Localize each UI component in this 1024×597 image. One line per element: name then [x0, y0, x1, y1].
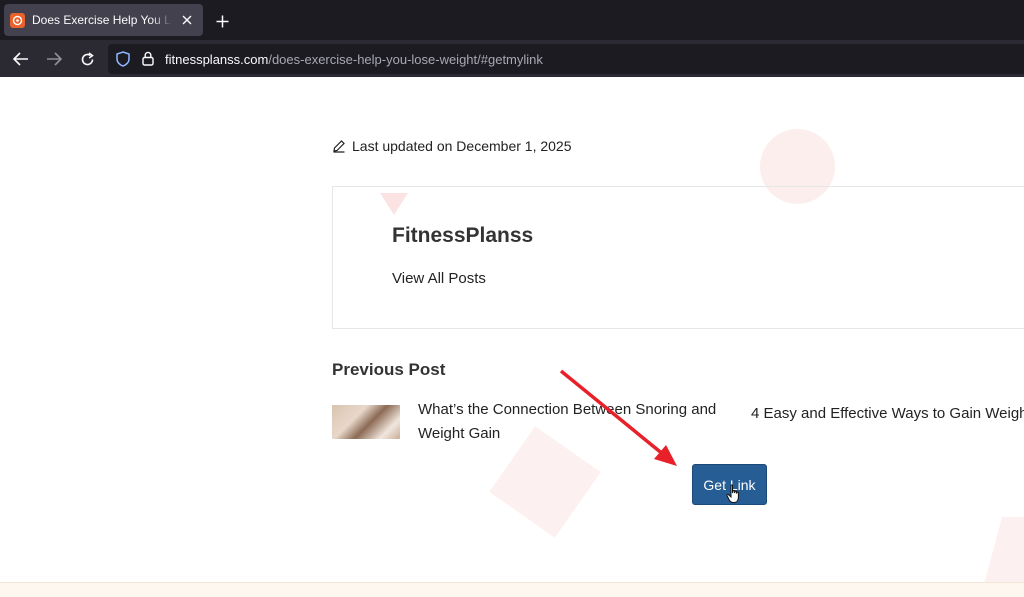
- footer-strip: [0, 582, 1024, 597]
- url-domain: fitnessplanss.com: [165, 52, 269, 67]
- web-page: p ____ _ _ _ _ y_ _ _ _ y_ g_ _ _ y_ _ _…: [0, 77, 1024, 597]
- last-updated-text: Last updated on December 1, 2025: [352, 138, 572, 154]
- reload-icon[interactable]: [76, 48, 98, 70]
- new-tab-icon[interactable]: [212, 11, 232, 31]
- url-text: fitnessplanss.com/does-exercise-help-you…: [165, 52, 543, 67]
- previous-post-link[interactable]: What’s the Connection Between Snoring an…: [418, 398, 718, 446]
- previous-post-heading: Previous Post: [332, 360, 446, 379]
- navigation-toolbar: fitnessplanss.com/does-exercise-help-you…: [0, 40, 1024, 77]
- last-updated: Last updated on December 1, 2025: [332, 138, 572, 154]
- tracking-protection-shield-icon[interactable]: [116, 51, 130, 72]
- back-icon[interactable]: [10, 48, 32, 70]
- view-all-posts-link[interactable]: View All Posts: [392, 270, 486, 287]
- previous-post-thumbnail[interactable]: [332, 405, 400, 439]
- edit-pencil-icon: [333, 140, 345, 153]
- tab-title: Does Exercise Help You Lose Weight: [32, 13, 172, 27]
- address-bar[interactable]: fitnessplanss.com/does-exercise-help-you…: [108, 44, 1024, 74]
- truncated-paragraph-line: p ____ _ _ _ _ y_ _ _ _ y_ g_ _ _ y_ _ _…: [332, 77, 732, 81]
- lock-icon[interactable]: [142, 51, 154, 71]
- author-box: FitnessPlanss View All Posts: [332, 186, 1024, 329]
- author-name[interactable]: FitnessPlanss: [392, 224, 533, 248]
- browser-tab[interactable]: Does Exercise Help You Lose Weight: [4, 4, 203, 36]
- next-post-link[interactable]: 4 Easy and Effective Ways to Gain Weight: [751, 405, 1024, 422]
- url-path: /does-exercise-help-you-lose-weight/#get…: [268, 52, 543, 67]
- site-favicon-icon: [10, 12, 25, 28]
- close-tab-icon[interactable]: [179, 12, 195, 28]
- tab-bar: Does Exercise Help You Lose Weight: [0, 0, 1024, 40]
- forward-icon[interactable]: [43, 48, 65, 70]
- hand-pointer-cursor-icon: [726, 484, 739, 503]
